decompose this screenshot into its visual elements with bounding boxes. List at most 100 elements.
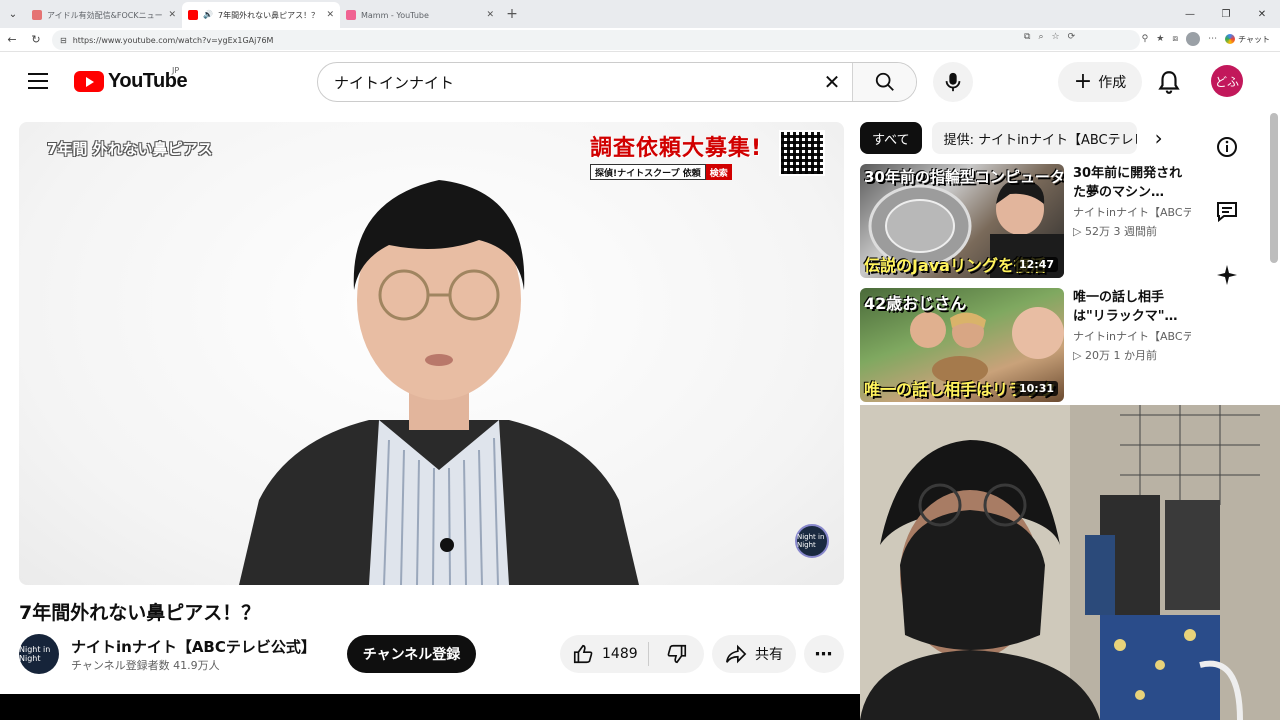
sparkle-icon[interactable] [1212,260,1242,290]
window-controls: — ❐ ✕ [1172,0,1280,28]
thumbs-up-icon [573,644,593,664]
recommendation-meta: 30年前に開発された夢のマシン… ナイトinナイト【ABCテレビ公式】 ▷ 52… [1073,164,1191,239]
copilot-icon [1225,34,1236,44]
video-thumbnail[interactable]: 42歳おじさん 唯一の話し相手はリラック 10:31 [860,288,1064,402]
like-count: 1489 [602,646,638,662]
browser-tab-bar: ⌄ アイドル有効配信&FOCKニュース [日本] ✕ 🔊 7年間外れない鼻ピアス… [0,0,1280,28]
url-field[interactable]: ⊟ https://www.youtube.com/watch?v=ygEx1G… [52,30,1140,50]
youtube-header: YouTube JP ✕ + 作成 どふ [0,53,1280,263]
video-player[interactable]: 7年間 外れない鼻ピアス 調査依頼大募集! 探偵!ナイトスクープ 依頼 検索 N… [19,122,844,585]
recommendation-stats: ▷ 52万 3 週間前 [1073,225,1157,238]
app-available-icon[interactable]: ⧉ [1024,32,1030,42]
speaker-icon[interactable]: 🔊 [203,10,213,20]
recommendation-title[interactable]: 30年前に開発された夢のマシン… [1073,164,1191,202]
tab-list-chevron-icon[interactable]: ⌄ [0,0,26,28]
channel-avatar[interactable]: Night in Night [19,634,59,674]
dislike-button[interactable] [649,635,704,673]
promo-search-bar: 探偵!ナイトスクープ 依頼 検索 [590,164,770,180]
search-button[interactable] [852,63,916,101]
thumbs-down-icon [667,644,686,664]
plus-icon: + [1073,69,1093,94]
tab-favicon-icon [32,10,42,20]
back-icon[interactable]: ← [0,28,24,52]
recommendation-channel[interactable]: ナイトinナイト【ABCテレビ公式】 [1073,328,1191,344]
side-action-icons [1212,132,1242,324]
url-actions: ⧉ ⌕ ☆ ⟳ [1024,32,1075,42]
tab-close-icon[interactable]: ✕ [168,10,176,20]
video-thumbnail[interactable]: 30年前の指輪型コンピューター 伝説のJavaリングを復活 12:47 [860,164,1064,278]
settings-more-icon[interactable]: ⋯ [1208,34,1217,44]
new-tab-button[interactable]: + [500,6,524,22]
share-icon [726,644,747,664]
subscribe-button[interactable]: チャンネル登録 [347,635,476,673]
copilot-chat-button[interactable]: チャット [1225,34,1270,45]
menu-icon[interactable] [28,73,48,89]
channel-watermark-icon[interactable]: Night in Night [795,524,829,558]
chat-label: チャット [1238,34,1270,44]
collections-icon[interactable]: ⧈ [1172,34,1178,44]
channel-name[interactable]: ナイトinナイト【ABCテレビ公式】 [71,636,316,657]
related-filter-chips: すべて 提供: ナイトinナイト【ABCテレビ公式】 › [860,121,1180,155]
recommendation-channel[interactable]: ナイトinナイト【ABCテレビ公式】 [1073,204,1191,220]
recommendation-title[interactable]: 唯一の話し相手は"リラックマ"… [1073,288,1191,326]
duration-badge: 12:47 [1014,257,1058,272]
recommendation-item[interactable]: 30年前の指輪型コンピューター 伝説のJavaリングを復活 12:47 30年前… [860,164,1191,278]
tab-close-icon[interactable]: ✕ [486,10,494,20]
chip-provided-by[interactable]: 提供: ナイトinナイト【ABCテレビ公式】 [931,122,1137,154]
browser-tab-3[interactable]: Mamm - YouTube ✕ [340,2,500,28]
tab-close-icon[interactable]: ✕ [326,10,334,20]
window-close-icon[interactable]: ✕ [1244,0,1280,28]
info-icon[interactable] [1212,132,1242,162]
region-code: JP [172,66,180,75]
share-button[interactable]: 共有 [712,635,796,673]
share-label: 共有 [755,647,783,663]
extensions-icon[interactable]: ⚲ [1142,34,1149,44]
reload-icon[interactable]: ↻ [24,28,48,52]
restore-icon[interactable]: ❐ [1208,0,1244,28]
tab-favicon-icon [346,10,356,20]
favorites-icon[interactable]: ★ [1156,34,1164,44]
create-button[interactable]: + 作成 [1058,62,1142,102]
promo-query: 探偵!ナイトスクープ 依頼 [590,164,706,180]
page-scrollbar[interactable] [1270,113,1278,263]
browser-tab-1[interactable]: アイドル有効配信&FOCKニュース [日本] ✕ [26,2,182,28]
address-bar-row: ← ↻ ⊟ https://www.youtube.com/watch?v=yg… [0,28,1280,52]
browser-tab-2[interactable]: 🔊 7年間外れない鼻ピアス！？ - YouTube ✕ [182,2,340,28]
voice-search-button[interactable] [933,62,973,102]
more-actions-button[interactable]: ⋯ [804,635,844,673]
duration-badge: 10:31 [1014,381,1058,396]
video-overlay-caption: 7年間 外れない鼻ピアス [47,140,213,158]
search-box: ✕ [317,62,917,102]
video-title: 7年間外れない鼻ピアス！？ [19,602,261,624]
account-avatar[interactable]: どふ [1211,65,1243,97]
favorite-star-icon[interactable]: ☆ [1051,32,1059,42]
site-info-icon[interactable]: ⊟ [60,36,67,45]
black-strip [0,694,860,720]
thumbnail-top-text: 42歳おじさん [864,294,967,313]
search-input[interactable] [318,63,812,101]
chevron-right-icon[interactable]: › [1147,122,1171,154]
youtube-logo[interactable]: YouTube JP [74,66,188,93]
thumbnail-top-text: 30年前の指輪型コンピューター [864,168,1064,186]
tab-title: 7年間外れない鼻ピアス！？ - YouTube [218,10,321,20]
refresh-page-icon[interactable]: ⟳ [1068,32,1076,42]
zoom-icon[interactable]: ⌕ [1038,32,1043,42]
profile-icon[interactable] [1186,32,1201,46]
recommendation-meta: 唯一の話し相手は"リラックマ"… ナイトinナイト【ABCテレビ公式】 ▷ 20… [1073,288,1191,363]
url-text: https://www.youtube.com/watch?v=ygEx1GAj… [72,35,274,45]
like-button[interactable]: 1489 [560,635,648,673]
subscriber-count: チャンネル登録者数 41.9万人 [71,659,220,672]
clear-search-icon[interactable]: ✕ [812,63,852,101]
bell-icon[interactable] [1156,69,1182,95]
promo-title: 調査依頼大募集! [590,136,763,161]
chip-all[interactable]: すべて [860,122,922,154]
chat-icon[interactable] [1212,196,1242,226]
recommendation-item[interactable]: 42歳おじさん 唯一の話し相手はリラック 10:31 唯一の話し相手は"リラック… [860,288,1191,402]
mic-icon [945,72,961,92]
minimize-icon[interactable]: — [1172,0,1208,28]
promo-banner: 調査依頼大募集! 探偵!ナイトスクープ 依頼 検索 [590,130,770,180]
youtube-play-icon [74,71,104,92]
search-icon [875,72,894,91]
presenter-figure [239,180,639,585]
toolbar-right: ⚲ ★ ⧈ ⋯ チャット [1142,32,1270,46]
